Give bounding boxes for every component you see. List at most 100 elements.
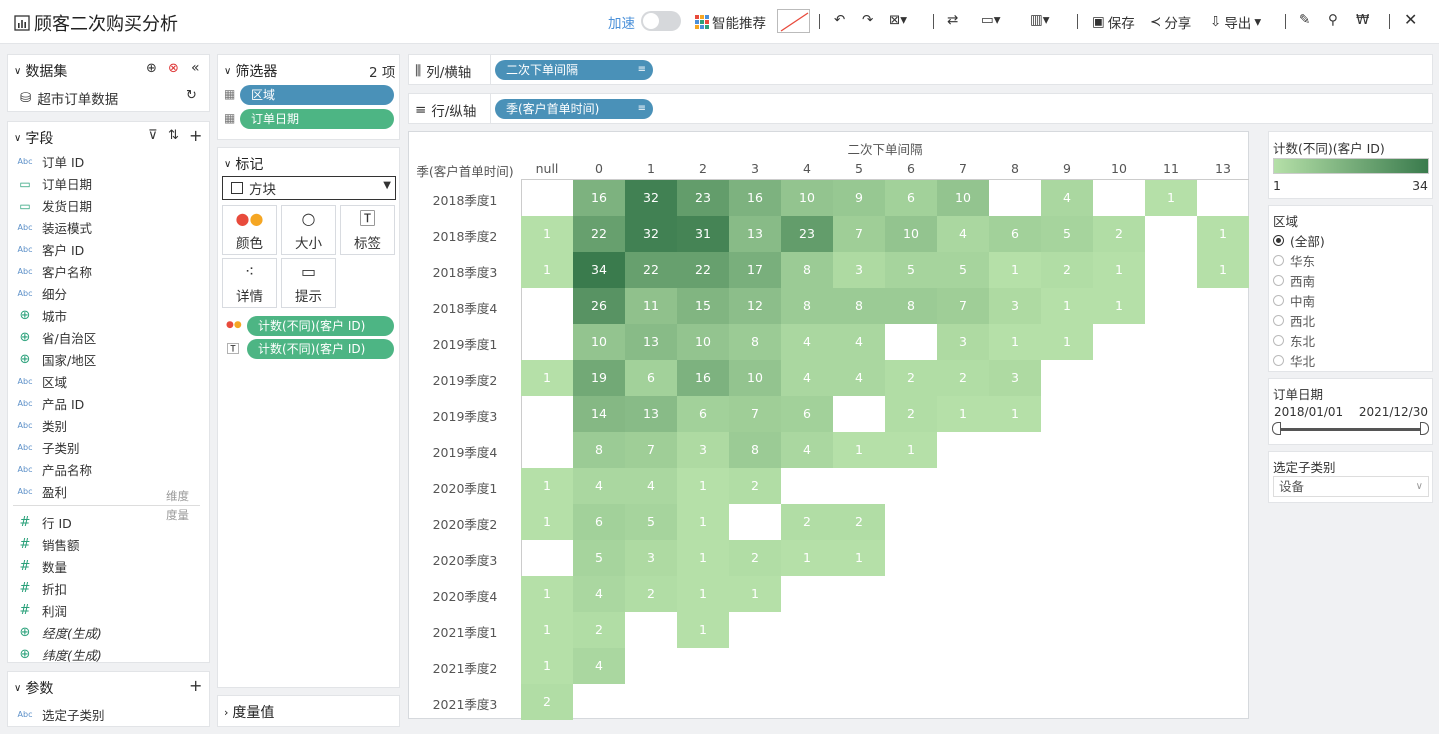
undo-icon[interactable]: ↶ (834, 12, 845, 28)
heatmap-cell[interactable]: 1 (677, 576, 729, 612)
add-field-icon[interactable]: + (189, 126, 202, 145)
filters-header[interactable]: ∨ 筛选器 (224, 61, 277, 81)
field-item[interactable]: Abc 盈利 (16, 482, 68, 501)
heatmap-cell[interactable]: 8 (781, 252, 833, 288)
heatmap-cell[interactable]: 2 (1041, 252, 1093, 288)
color-swatch-button[interactable] (777, 9, 810, 33)
field-item[interactable]: ▭ 订单日期 (16, 174, 92, 193)
heatmap-cell[interactable]: 1 (833, 432, 885, 468)
field-item[interactable]: Abc 区域 (16, 372, 68, 391)
field-item[interactable]: Abc 子类别 (16, 438, 80, 457)
heatmap-cell[interactable]: 4 (1041, 180, 1093, 216)
heatmap-cell[interactable]: 1 (1145, 180, 1197, 216)
heatmap-cell[interactable]: 3 (989, 288, 1041, 324)
heatmap-cell[interactable]: 1 (937, 396, 989, 432)
heatmap-cell[interactable]: 23 (677, 180, 729, 216)
param-item[interactable]: Abc 选定子类别 (16, 705, 105, 724)
fields-header[interactable]: ∨ 字段 (14, 128, 53, 148)
field-item[interactable]: # 行 ID (16, 513, 72, 532)
heatmap-cell[interactable]: 4 (573, 648, 625, 684)
heatmap-cell[interactable]: 22 (573, 216, 625, 252)
accelerate-toggle[interactable] (641, 11, 681, 31)
heatmap-cell[interactable]: 6 (989, 216, 1041, 252)
pin-icon[interactable]: ⚲ (1328, 12, 1338, 28)
heatmap-cell[interactable]: 3 (677, 432, 729, 468)
dataset-header[interactable]: ∨ 数据集 (14, 61, 67, 81)
heatmap-cell[interactable]: 6 (625, 360, 677, 396)
heatmap-cell[interactable]: 2 (521, 684, 573, 720)
field-item[interactable]: ⊕ 省/自治区 (16, 328, 97, 347)
heatmap-cell[interactable]: 7 (937, 288, 989, 324)
heatmap-cell[interactable]: 4 (833, 324, 885, 360)
heatmap-cell[interactable]: 6 (781, 396, 833, 432)
heatmap-cell[interactable]: 8 (729, 432, 781, 468)
field-item[interactable]: ⊕ 国家/地区 (16, 350, 97, 369)
heatmap-cell[interactable]: 34 (573, 252, 625, 288)
heatmap-cell[interactable]: 1 (521, 648, 573, 684)
heatmap-cell[interactable]: 1 (729, 576, 781, 612)
heatmap-cell[interactable]: 5 (937, 252, 989, 288)
date-slider-start-handle[interactable] (1272, 422, 1281, 435)
field-item[interactable]: Abc 产品名称 (16, 460, 93, 479)
field-item[interactable]: # 数量 (16, 557, 67, 576)
field-item[interactable]: ▭ 发货日期 (16, 196, 92, 215)
field-item[interactable]: Abc 客户 ID (16, 240, 85, 259)
region-option[interactable]: (全部) (1273, 231, 1325, 250)
add-dataset-icon[interactable]: ⊕ (146, 61, 157, 76)
heatmap-cell[interactable]: 16 (573, 180, 625, 216)
sort-icon[interactable]: ⇅ (168, 128, 179, 143)
heatmap-cell[interactable]: 4 (573, 468, 625, 504)
heatmap-cell[interactable]: 3 (989, 360, 1041, 396)
region-option[interactable]: 华东 (1273, 251, 1315, 270)
heatmap-cell[interactable]: 7 (833, 216, 885, 252)
heatmap-cell[interactable]: 1 (1041, 288, 1093, 324)
redo-icon[interactable]: ↷ (862, 12, 873, 28)
filter-pill-region[interactable]: 区域 (240, 85, 394, 105)
heatmap-cell[interactable]: 10 (677, 324, 729, 360)
heatmap-cell[interactable]: 3 (937, 324, 989, 360)
heatmap-cell[interactable]: 23 (781, 216, 833, 252)
heatmap-cell[interactable]: 1 (989, 396, 1041, 432)
fit-dropdown-icon[interactable]: ▭▾ (981, 12, 1001, 28)
edit-icon[interactable]: ✎ (1299, 12, 1310, 28)
heatmap-cell[interactable]: 1 (677, 612, 729, 648)
heatmap-cell[interactable]: 19 (573, 360, 625, 396)
heatmap-cell[interactable]: 1 (989, 252, 1041, 288)
region-option[interactable]: 华北 (1273, 351, 1315, 370)
heatmap-cell[interactable]: 1 (781, 540, 833, 576)
heatmap-cell[interactable]: 1 (521, 576, 573, 612)
heatmap-cell[interactable]: 2 (781, 504, 833, 540)
heatmap-cell[interactable]: 1 (521, 468, 573, 504)
heatmap-cell[interactable]: 10 (937, 180, 989, 216)
heatmap-cell[interactable]: 2 (573, 612, 625, 648)
measure-values-header[interactable]: › 度量值 (224, 702, 274, 722)
heatmap-cell[interactable]: 8 (729, 324, 781, 360)
marks-pill-label[interactable]: 计数(不同)(客户 ID) (247, 339, 394, 359)
filter-pill-order-date[interactable]: 订单日期 (240, 109, 394, 129)
heatmap-cell[interactable]: 6 (573, 504, 625, 540)
region-option[interactable]: 西南 (1273, 271, 1315, 290)
heatmap-cell[interactable]: 8 (833, 288, 885, 324)
heatmap-cell[interactable]: 8 (885, 288, 937, 324)
heatmap-cell[interactable]: 1 (521, 252, 573, 288)
heatmap-cell[interactable]: 2 (833, 504, 885, 540)
heatmap-cell[interactable]: 5 (625, 504, 677, 540)
field-item[interactable]: # 折扣 (16, 579, 67, 598)
heatmap-cell[interactable]: 26 (573, 288, 625, 324)
region-option[interactable]: 西北 (1273, 311, 1315, 330)
heatmap-cell[interactable]: 10 (729, 360, 781, 396)
heatmap-cell[interactable]: 17 (729, 252, 781, 288)
heatmap-cell[interactable]: 4 (833, 360, 885, 396)
heatmap-cell[interactable]: 32 (625, 216, 677, 252)
field-item[interactable]: ⊕ 经度(生成) (16, 623, 102, 642)
export-button[interactable]: ⇩ 导出 ▾ (1210, 12, 1261, 32)
field-item[interactable]: Abc 客户名称 (16, 262, 93, 281)
dataset-item[interactable]: ⛁ 超市订单数据 (20, 88, 118, 108)
heatmap-cell[interactable]: 2 (885, 396, 937, 432)
date-slider-end-handle[interactable] (1420, 422, 1429, 435)
heatmap-cell[interactable]: 16 (729, 180, 781, 216)
region-option[interactable]: 东北 (1273, 331, 1315, 350)
field-item[interactable]: Abc 类别 (16, 416, 68, 435)
heatmap-cell[interactable]: 10 (573, 324, 625, 360)
heatmap-cell[interactable]: 13 (625, 324, 677, 360)
